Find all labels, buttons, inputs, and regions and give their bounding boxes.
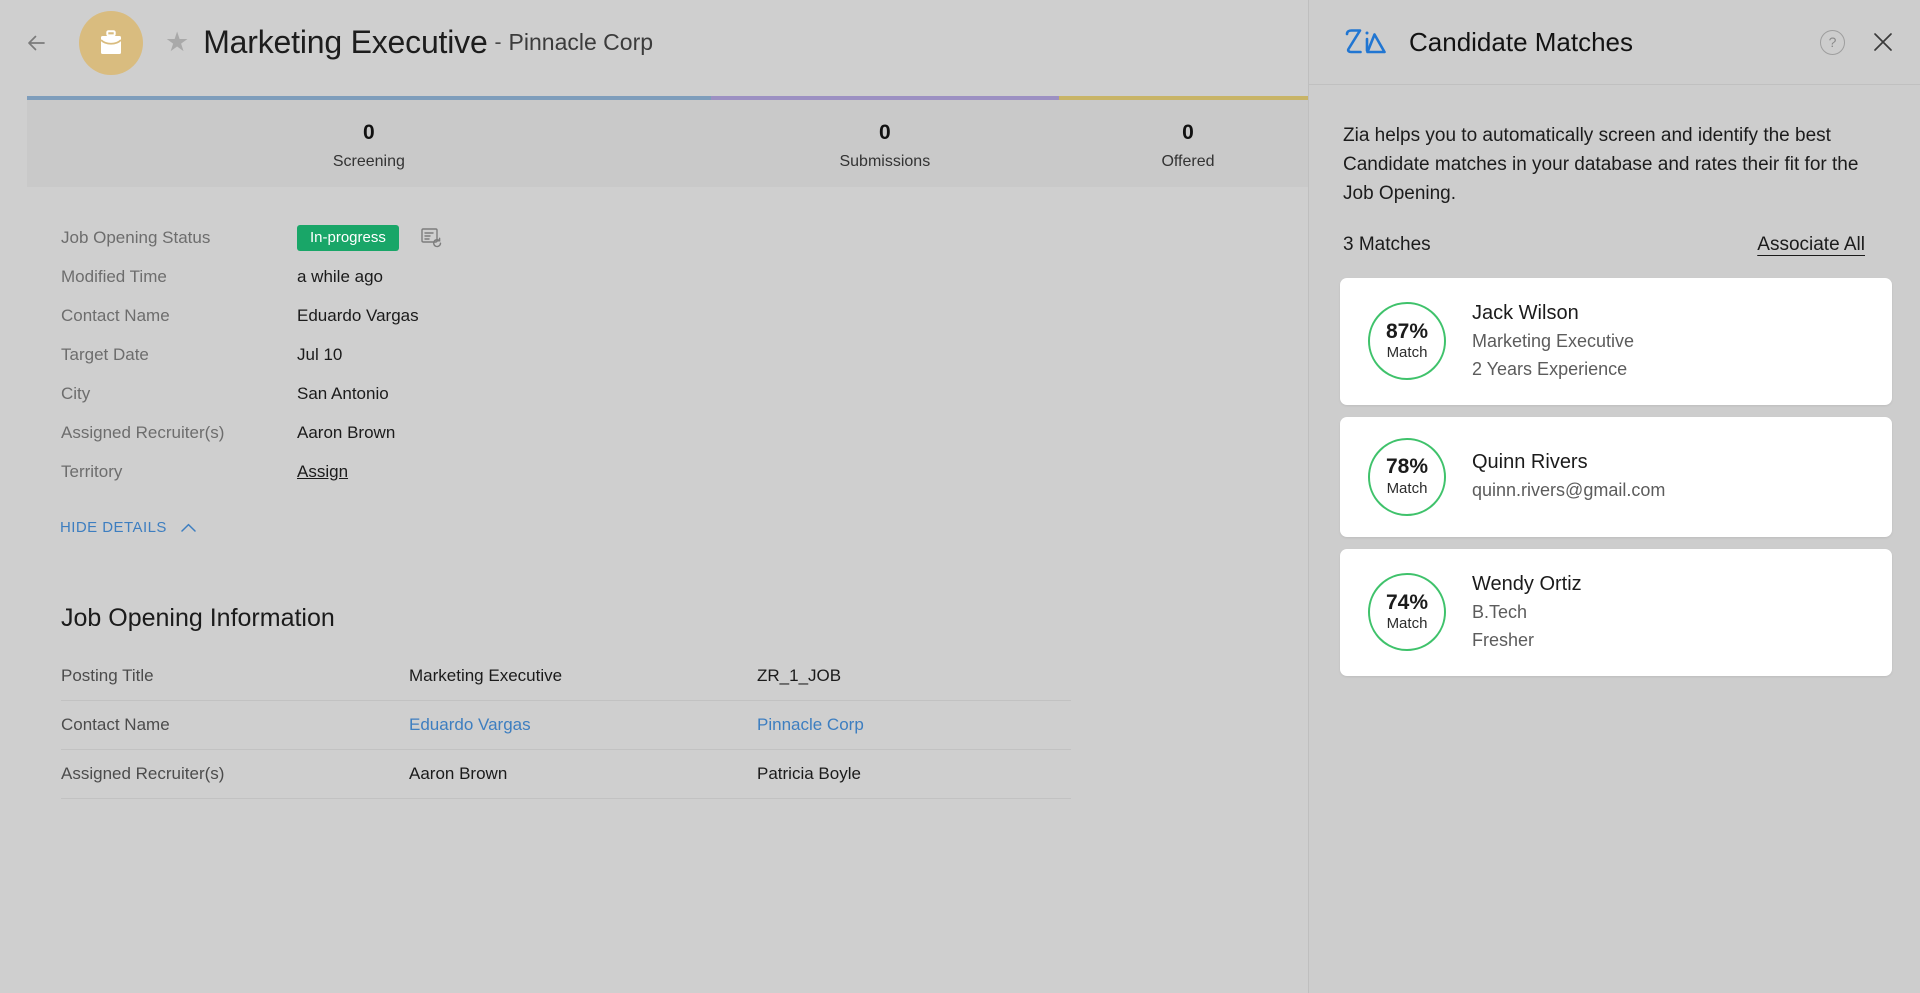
detail-row: Job Opening StatusIn-progress	[61, 218, 1061, 257]
table-cell-value-1: Aaron Brown	[409, 764, 757, 784]
stat-label: Offered	[1161, 153, 1214, 171]
table-cell-value-2: ZR_1_JOB	[757, 666, 841, 686]
detail-row: Target DateJul 10	[61, 335, 1061, 374]
summary-detail-list: Job Opening StatusIn-progressModified Ti…	[61, 218, 1061, 491]
table-cell-value-2[interactable]: Pinnacle Corp	[757, 715, 864, 735]
matches-summary-bar: 3 Matches Associate All	[1309, 208, 1920, 256]
detail-row: TerritoryAssign	[61, 452, 1061, 491]
table-cell-label: Posting Title	[61, 666, 409, 686]
candidate-info: Jack WilsonMarketing Executive2 Years Ex…	[1472, 299, 1634, 384]
candidate-match-card[interactable]: 74%Match Wendy OrtizB.TechFresher	[1340, 549, 1892, 676]
help-question-icon[interactable]: ?	[1820, 30, 1845, 55]
candidate-detail-1: B.Tech	[1472, 599, 1582, 627]
detail-value: Aaron Brown	[297, 423, 395, 443]
status-history-icon[interactable]	[421, 228, 443, 248]
match-score-ring: 87%Match	[1368, 302, 1446, 380]
briefcase-icon	[79, 11, 143, 75]
candidate-match-card[interactable]: 87%Match Jack WilsonMarketing Executive2 …	[1340, 278, 1892, 405]
panel-title: Candidate Matches	[1409, 27, 1820, 58]
pipeline-stat-offered[interactable]: 0 Offered	[1059, 100, 1308, 171]
table-cell-value-2: Patricia Boyle	[757, 764, 861, 784]
match-percent: 74%	[1386, 591, 1428, 614]
candidate-name: Wendy Ortiz	[1472, 570, 1582, 599]
table-cell-label: Contact Name	[61, 715, 409, 735]
chevron-up-icon	[181, 519, 196, 536]
detail-value: a while ago	[297, 267, 383, 287]
detail-key: Target Date	[61, 345, 297, 365]
detail-value: San Antonio	[297, 384, 389, 404]
detail-key: City	[61, 384, 297, 404]
title-separator: -	[495, 31, 502, 55]
candidate-name: Quinn Rivers	[1472, 448, 1665, 477]
panel-description: Zia helps you to automatically screen an…	[1309, 85, 1920, 208]
detail-row: CitySan Antonio	[61, 374, 1061, 413]
back-arrow-icon[interactable]	[14, 20, 60, 66]
match-score-ring: 74%Match	[1368, 573, 1446, 651]
detail-key: Contact Name	[61, 306, 297, 326]
pipeline-stat-screening[interactable]: 0 Screening	[27, 100, 711, 171]
table-cell-value-1: Marketing Executive	[409, 666, 757, 686]
app-root: ★ Marketing Executive - Pinnacle Corp 0 S…	[0, 0, 1920, 993]
stat-value: 0	[363, 121, 375, 145]
stat-value: 0	[1182, 121, 1194, 145]
table-row: Assigned Recruiter(s)Aaron BrownPatricia…	[61, 750, 1071, 799]
close-icon[interactable]	[1871, 30, 1895, 54]
pipeline-stats: 0 Screening 0 Submissions 0 Offered	[27, 96, 1308, 187]
candidate-match-list: 87%MatchJack WilsonMarketing Executive2 …	[1309, 256, 1920, 676]
assign-territory-link[interactable]: Assign	[297, 462, 348, 482]
section-title: Job Opening Information	[61, 604, 335, 633]
hide-details-label: HIDE DETAILS	[60, 519, 167, 536]
candidate-detail-1: Marketing Executive	[1472, 328, 1634, 356]
detail-value[interactable]: In-progress	[297, 225, 443, 251]
candidate-matches-panel: Candidate Matches ? Zia helps you to aut…	[1308, 0, 1920, 993]
table-row: Posting TitleMarketing ExecutiveZR_1_JOB	[61, 652, 1071, 701]
stat-label: Submissions	[839, 153, 930, 171]
detail-row: Modified Timea while ago	[61, 257, 1061, 296]
detail-value: Jul 10	[297, 345, 342, 365]
stat-label: Screening	[333, 153, 405, 171]
detail-key: Territory	[61, 462, 297, 482]
detail-value[interactable]: Assign	[297, 462, 348, 482]
candidate-name: Jack Wilson	[1472, 299, 1634, 328]
pipeline-stat-row: 0 Screening 0 Submissions 0 Offered	[27, 100, 1308, 187]
candidate-info: Quinn Riversquinn.rivers@gmail.com	[1472, 448, 1665, 505]
detail-row: Contact NameEduardo Vargas	[61, 296, 1061, 335]
detail-value: Eduardo Vargas	[297, 306, 419, 326]
record-subtitle: Pinnacle Corp	[509, 29, 653, 56]
table-cell-value-1[interactable]: Eduardo Vargas	[409, 715, 757, 735]
status-badge[interactable]: In-progress	[297, 225, 399, 251]
match-label: Match	[1387, 343, 1428, 363]
job-opening-information-table: Posting TitleMarketing ExecutiveZR_1_JOB…	[61, 652, 1071, 799]
matches-count: 3 Matches	[1343, 234, 1431, 256]
page-title: Marketing Executive	[203, 24, 487, 61]
candidate-detail-2: Fresher	[1472, 627, 1582, 655]
help-glyph: ?	[1829, 34, 1837, 50]
match-score-ring: 78%Match	[1368, 438, 1446, 516]
table-cell-label: Assigned Recruiter(s)	[61, 764, 409, 784]
candidate-info: Wendy OrtizB.TechFresher	[1472, 570, 1582, 655]
record-header: ★ Marketing Executive - Pinnacle Corp	[0, 0, 1308, 85]
detail-key: Job Opening Status	[61, 228, 297, 248]
detail-row: Assigned Recruiter(s)Aaron Brown	[61, 413, 1061, 452]
candidate-detail-1: quinn.rivers@gmail.com	[1472, 477, 1665, 505]
detail-key: Modified Time	[61, 267, 297, 287]
stat-value: 0	[879, 121, 891, 145]
zia-logo-icon	[1343, 24, 1389, 60]
match-percent: 78%	[1386, 455, 1428, 478]
hide-details-toggle[interactable]: HIDE DETAILS	[60, 519, 196, 536]
favorite-star-icon[interactable]: ★	[165, 29, 189, 56]
match-percent: 87%	[1386, 320, 1428, 343]
candidate-match-card[interactable]: 78%Match Quinn Riversquinn.rivers@gmail.c…	[1340, 417, 1892, 537]
match-label: Match	[1387, 614, 1428, 634]
pipeline-stat-submissions[interactable]: 0 Submissions	[711, 100, 1059, 171]
table-row: Contact NameEduardo VargasPinnacle Corp	[61, 701, 1071, 750]
match-label: Match	[1387, 479, 1428, 499]
panel-header: Candidate Matches ?	[1309, 0, 1920, 85]
detail-key: Assigned Recruiter(s)	[61, 423, 297, 443]
associate-all-button[interactable]: Associate All	[1757, 234, 1865, 256]
candidate-detail-2: 2 Years Experience	[1472, 356, 1634, 384]
record-detail-view: ★ Marketing Executive - Pinnacle Corp 0 S…	[0, 0, 1308, 993]
